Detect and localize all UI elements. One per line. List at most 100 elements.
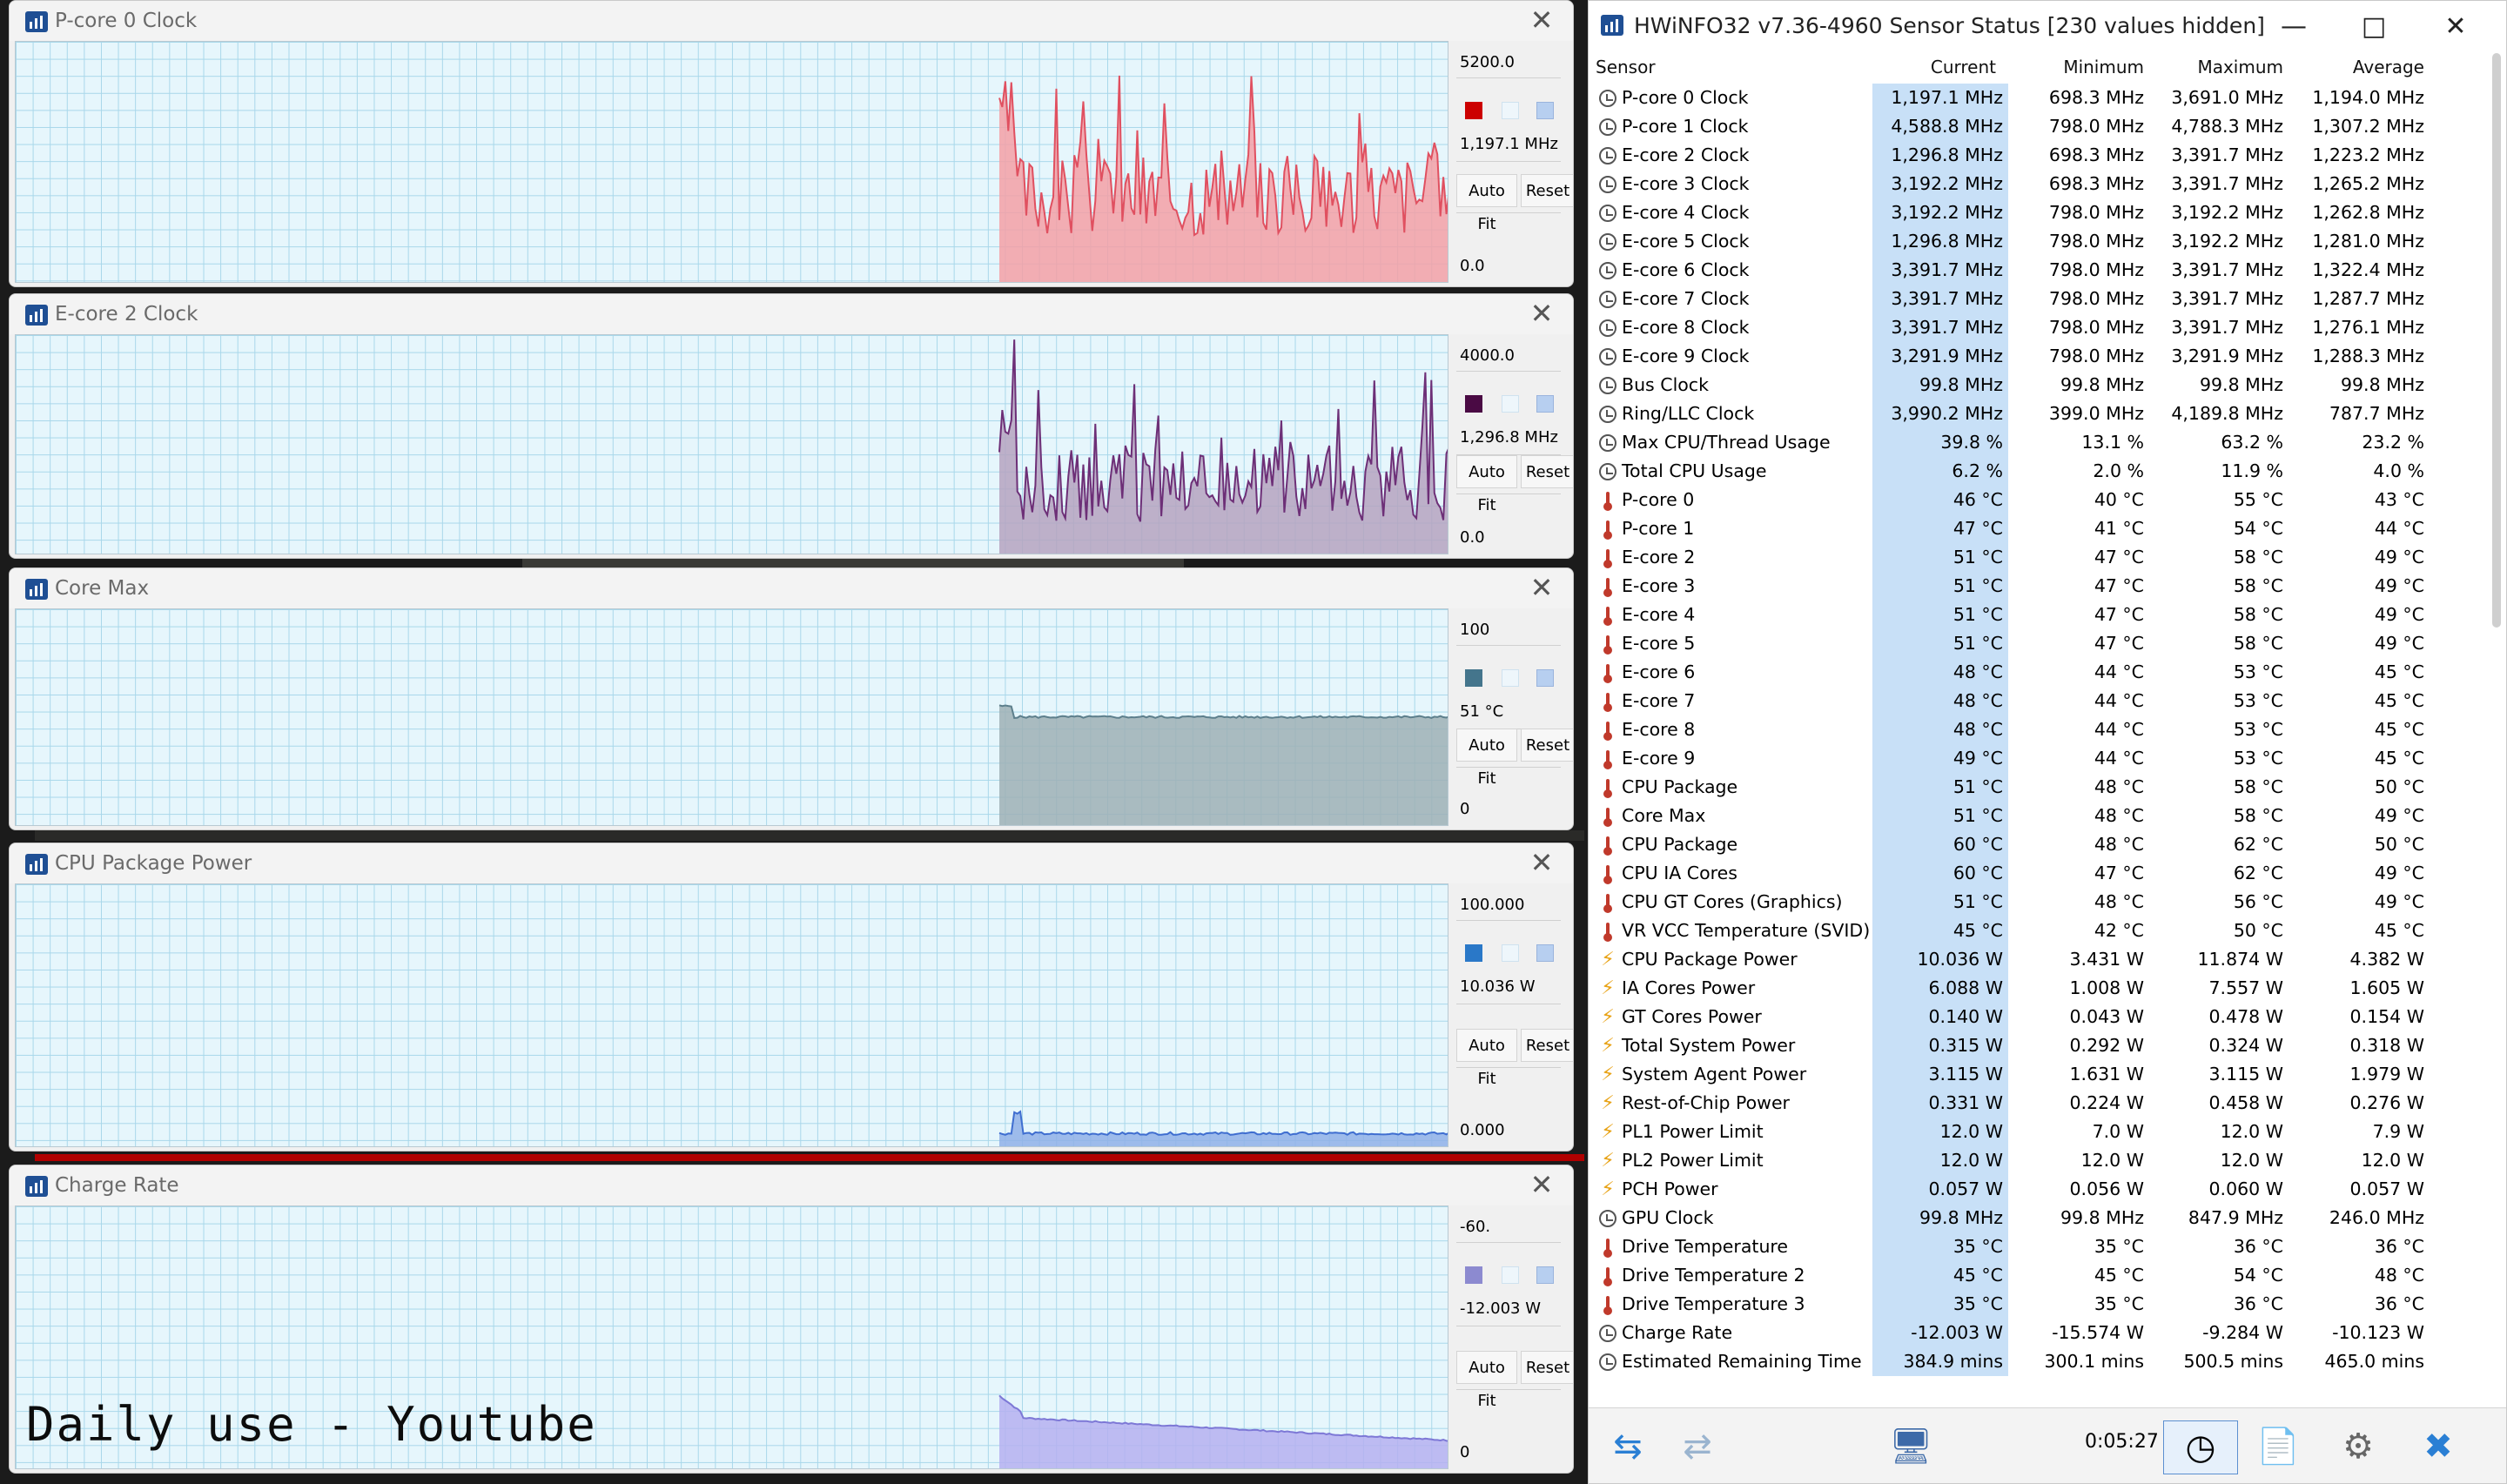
sensor-minimum: 44 °C — [2094, 748, 2144, 769]
auto-fit-button[interactable]: Auto Fit — [1456, 1351, 1517, 1410]
series-color-swatch[interactable] — [1465, 1266, 1482, 1284]
auto-fit-button[interactable]: Auto Fit — [1456, 174, 1517, 233]
reset-button[interactable]: Reset — [1521, 455, 1573, 488]
column-header-minimum[interactable]: Minimum — [2013, 53, 2144, 81]
sensor-row[interactable]: VR VCC Temperature (SVID) 45 °C 42 °C 50… — [1596, 917, 2492, 945]
sensor-row[interactable]: ⚡ GT Cores Power 0.140 W 0.043 W 0.478 W… — [1596, 1003, 2492, 1031]
graph-titlebar[interactable]: E-core 2 Clock ✕ — [10, 294, 1573, 334]
sensor-window-title: HWiNFO32 v7.36-4960 Sensor Status [230 v… — [1634, 13, 2265, 38]
reset-button[interactable]: Reset — [1521, 729, 1573, 762]
arrows-collapse-icon[interactable]: ⇄ — [1667, 1420, 1728, 1473]
arrows-left-right-icon[interactable]: ⇆ — [1597, 1420, 1658, 1473]
series-color-swatch[interactable] — [1465, 669, 1482, 687]
sensor-row[interactable]: E-core 3 51 °C 47 °C 58 °C 49 °C — [1596, 572, 2492, 601]
sensor-row[interactable]: ⚡ PCH Power 0.057 W 0.056 W 0.060 W 0.05… — [1596, 1175, 2492, 1204]
sensor-row[interactable]: E-core 3 Clock 3,192.2 MHz 698.3 MHz 3,3… — [1596, 170, 2492, 198]
sensor-row[interactable]: E-core 5 Clock 1,296.8 MHz 798.0 MHz 3,1… — [1596, 227, 2492, 256]
tertiary-color-swatch[interactable] — [1536, 1266, 1554, 1284]
sensor-row[interactable]: E-core 6 Clock 3,391.7 MHz 798.0 MHz 3,3… — [1596, 256, 2492, 285]
sensor-row[interactable]: Estimated Remaining Time 384.9 mins 300.… — [1596, 1347, 2492, 1376]
sensor-row[interactable]: E-core 7 48 °C 44 °C 53 °C 45 °C — [1596, 687, 2492, 715]
close-icon[interactable]: ✕ — [1526, 4, 1557, 36]
sensor-row[interactable]: P-core 0 46 °C 40 °C 55 °C 43 °C — [1596, 486, 2492, 514]
secondary-color-swatch[interactable] — [1502, 1266, 1519, 1284]
series-color-swatch[interactable] — [1465, 395, 1482, 413]
tertiary-color-swatch[interactable] — [1536, 102, 1554, 119]
settings-icon[interactable]: ⚙ — [2323, 1420, 2393, 1473]
column-header-maximum[interactable]: Maximum — [2153, 53, 2283, 81]
timer-icon[interactable]: ◷ — [2163, 1420, 2238, 1474]
sensor-row[interactable]: E-core 9 49 °C 44 °C 53 °C 45 °C — [1596, 744, 2492, 773]
sensor-row[interactable]: P-core 0 Clock 1,197.1 MHz 698.3 MHz 3,6… — [1596, 84, 2492, 112]
reset-button[interactable]: Reset — [1521, 1029, 1573, 1062]
column-header-average[interactable]: Average — [2292, 53, 2424, 81]
reset-button[interactable]: Reset — [1521, 174, 1573, 207]
sensor-row[interactable]: E-core 6 48 °C 44 °C 53 °C 45 °C — [1596, 658, 2492, 687]
sensor-row[interactable]: Ring/LLC Clock 3,990.2 MHz 399.0 MHz 4,1… — [1596, 400, 2492, 428]
sensor-row[interactable]: P-core 1 47 °C 41 °C 54 °C 44 °C — [1596, 514, 2492, 543]
minimize-icon[interactable]: — — [2268, 8, 2320, 46]
column-header-current[interactable]: Current — [1872, 53, 1996, 81]
close-icon[interactable]: ✕ — [1526, 298, 1557, 329]
sensor-row[interactable]: ⚡ PL1 Power Limit 12.0 W 7.0 W 12.0 W 7.… — [1596, 1118, 2492, 1146]
sensor-row[interactable]: E-core 4 Clock 3,192.2 MHz 798.0 MHz 3,1… — [1596, 198, 2492, 227]
close-icon[interactable]: ✕ — [1526, 572, 1557, 603]
secondary-color-swatch[interactable] — [1502, 102, 1519, 119]
sensor-row[interactable]: CPU Package 51 °C 48 °C 58 °C 50 °C — [1596, 773, 2492, 802]
graph-titlebar[interactable]: Charge Rate ✕ — [10, 1165, 1573, 1205]
sensor-row[interactable]: ⚡ IA Cores Power 6.088 W 1.008 W 7.557 W… — [1596, 974, 2492, 1003]
sensor-row[interactable]: Charge Rate -12.003 W -15.574 W -9.284 W… — [1596, 1319, 2492, 1347]
sensor-row[interactable]: E-core 7 Clock 3,391.7 MHz 798.0 MHz 3,3… — [1596, 285, 2492, 313]
sensor-row[interactable]: ⚡ System Agent Power 3.115 W 1.631 W 3.1… — [1596, 1060, 2492, 1089]
sensor-row[interactable]: Core Max 51 °C 48 °C 58 °C 49 °C — [1596, 802, 2492, 830]
sensor-row[interactable]: GPU Clock 99.8 MHz 99.8 MHz 847.9 MHz 24… — [1596, 1204, 2492, 1232]
tertiary-color-swatch[interactable] — [1536, 395, 1554, 413]
sensor-row[interactable]: E-core 8 Clock 3,391.7 MHz 798.0 MHz 3,3… — [1596, 313, 2492, 342]
auto-fit-button[interactable]: Auto Fit — [1456, 729, 1517, 788]
sensor-row[interactable]: Drive Temperature 2 45 °C 45 °C 54 °C 48… — [1596, 1261, 2492, 1290]
sensor-row[interactable]: E-core 2 Clock 1,296.8 MHz 698.3 MHz 3,3… — [1596, 141, 2492, 170]
column-header-sensor[interactable]: Sensor — [1596, 53, 1857, 81]
reset-button[interactable]: Reset — [1521, 1351, 1573, 1384]
sensor-row[interactable]: CPU IA Cores 60 °C 47 °C 62 °C 49 °C — [1596, 859, 2492, 888]
exit-icon[interactable]: ✖ — [2403, 1420, 2473, 1473]
sensor-row[interactable]: Total CPU Usage 6.2 % 2.0 % 11.9 % 4.0 % — [1596, 457, 2492, 486]
sensor-row[interactable]: E-core 5 51 °C 47 °C 58 °C 49 °C — [1596, 629, 2492, 658]
report-icon[interactable]: 📄 — [2243, 1420, 2313, 1473]
graph-titlebar[interactable]: P-core 0 Clock ✕ — [10, 1, 1573, 41]
network-icon[interactable]: 🖥 — [1876, 1420, 1946, 1473]
auto-fit-button[interactable]: Auto Fit — [1456, 455, 1517, 514]
close-icon[interactable]: ✕ — [2430, 8, 2482, 46]
sensor-row[interactable]: ⚡ Rest-of-Chip Power 0.331 W 0.224 W 0.4… — [1596, 1089, 2492, 1118]
tertiary-color-swatch[interactable] — [1536, 944, 1554, 962]
sensor-row[interactable]: Bus Clock 99.8 MHz 99.8 MHz 99.8 MHz 99.… — [1596, 371, 2492, 400]
sensor-row[interactable]: ⚡ CPU Package Power 10.036 W 3.431 W 11.… — [1596, 945, 2492, 974]
sensor-row[interactable]: ⚡ Total System Power 0.315 W 0.292 W 0.3… — [1596, 1031, 2492, 1060]
sensor-row[interactable]: E-core 2 51 °C 47 °C 58 °C 49 °C — [1596, 543, 2492, 572]
vertical-scrollbar[interactable] — [2492, 53, 2501, 628]
clock-icon — [1599, 262, 1616, 279]
sensor-name: Ring/LLC Clock — [1622, 403, 1755, 424]
sensor-row[interactable]: CPU Package 60 °C 48 °C 62 °C 50 °C — [1596, 830, 2492, 859]
auto-fit-button[interactable]: Auto Fit — [1456, 1029, 1517, 1088]
graph-titlebar[interactable]: CPU Package Power ✕ — [10, 843, 1573, 883]
sensor-row[interactable]: CPU GT Cores (Graphics) 51 °C 48 °C 56 °… — [1596, 888, 2492, 917]
sensor-row[interactable]: E-core 8 48 °C 44 °C 53 °C 45 °C — [1596, 715, 2492, 744]
sensor-row[interactable]: Drive Temperature 3 35 °C 35 °C 36 °C 36… — [1596, 1290, 2492, 1319]
sensor-row[interactable]: P-core 1 Clock 4,588.8 MHz 798.0 MHz 4,7… — [1596, 112, 2492, 141]
series-color-swatch[interactable] — [1465, 944, 1482, 962]
graph-titlebar[interactable]: Core Max ✕ — [10, 568, 1573, 608]
secondary-color-swatch[interactable] — [1502, 944, 1519, 962]
series-color-swatch[interactable] — [1465, 102, 1482, 119]
sensor-row[interactable]: Max CPU/Thread Usage 39.8 % 13.1 % 63.2 … — [1596, 428, 2492, 457]
maximize-icon[interactable]: □ — [2348, 8, 2400, 46]
sensor-row[interactable]: E-core 4 51 °C 47 °C 58 °C 49 °C — [1596, 601, 2492, 629]
sensor-row[interactable]: E-core 9 Clock 3,291.9 MHz 798.0 MHz 3,2… — [1596, 342, 2492, 371]
sensor-row[interactable]: Drive Temperature 35 °C 35 °C 36 °C 36 °… — [1596, 1232, 2492, 1261]
secondary-color-swatch[interactable] — [1502, 395, 1519, 413]
close-icon[interactable]: ✕ — [1526, 847, 1557, 878]
close-icon[interactable]: ✕ — [1526, 1169, 1557, 1200]
secondary-color-swatch[interactable] — [1502, 669, 1519, 687]
sensor-row[interactable]: ⚡ PL2 Power Limit 12.0 W 12.0 W 12.0 W 1… — [1596, 1146, 2492, 1175]
tertiary-color-swatch[interactable] — [1536, 669, 1554, 687]
